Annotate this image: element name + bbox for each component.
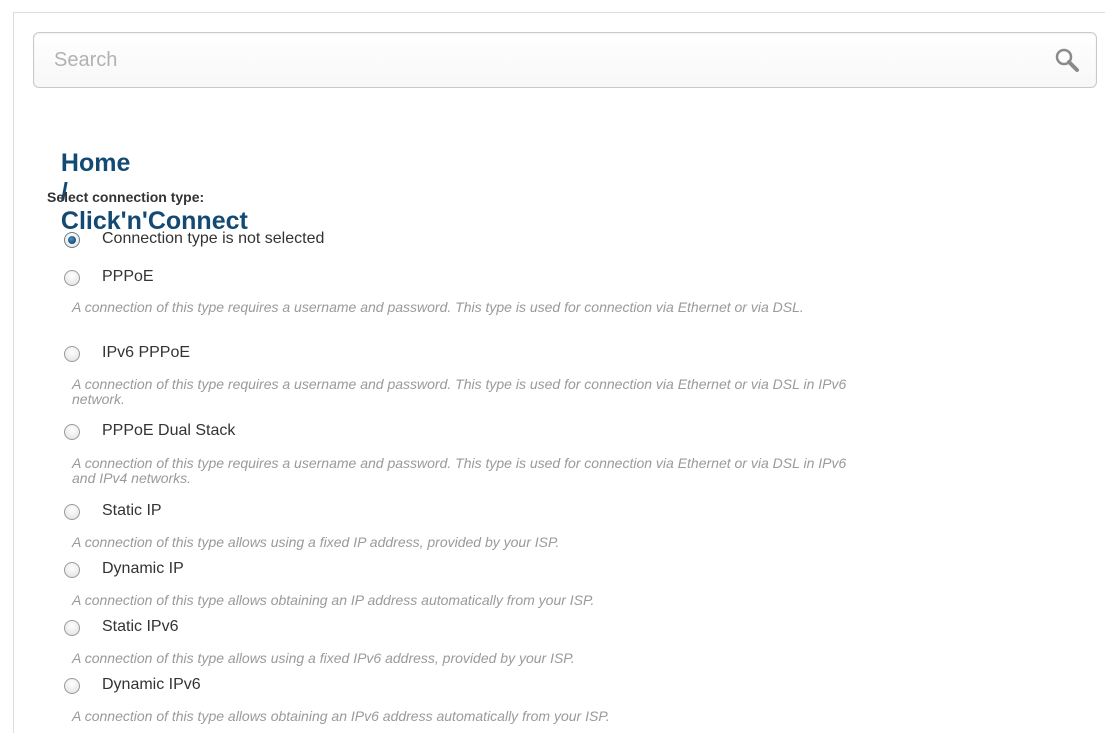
connection-option-description: A connection of this type allows obtaini… <box>72 592 595 608</box>
connection-option-description: A connection of this type requires a use… <box>72 455 847 486</box>
connection-option-description: A connection of this type requires a use… <box>72 376 847 407</box>
radio-button[interactable] <box>64 562 80 578</box>
radio-button[interactable] <box>64 424 80 440</box>
connection-option-label[interactable]: IPv6 PPPoE <box>102 344 190 362</box>
connection-option-label[interactable]: Dynamic IPv6 <box>102 676 201 694</box>
connection-option-label[interactable]: Static IPv6 <box>102 618 178 636</box>
radio-button[interactable] <box>64 504 80 520</box>
connection-option-label[interactable]: Connection type is not selected <box>102 230 324 248</box>
connection-option-label[interactable]: PPPoE Dual Stack <box>102 422 235 440</box>
search-input[interactable] <box>54 43 1014 77</box>
radio-selected-dot <box>68 236 76 244</box>
radio-button[interactable] <box>64 620 80 636</box>
radio-button[interactable] <box>64 346 80 362</box>
section-label: Select connection type: <box>47 189 205 205</box>
connection-option-label[interactable]: Static IP <box>102 502 162 520</box>
radio-button[interactable] <box>64 678 80 694</box>
breadcrumb-home[interactable]: Home <box>61 149 130 177</box>
connection-option-description: A connection of this type allows using a… <box>72 534 560 550</box>
search-icon[interactable] <box>1052 45 1082 75</box>
connection-option-label[interactable]: PPPoE <box>102 268 154 286</box>
radio-button[interactable] <box>64 232 80 248</box>
breadcrumb: Home / Click'n'Connect <box>47 120 248 236</box>
search-box[interactable] <box>33 32 1097 88</box>
radio-button[interactable] <box>64 270 80 286</box>
connection-option-description: A connection of this type allows obtaini… <box>72 708 610 724</box>
connection-option-label[interactable]: Dynamic IP <box>102 560 184 578</box>
connection-option-description: A connection of this type requires a use… <box>72 299 804 315</box>
connection-option-description: A connection of this type allows using a… <box>72 650 575 666</box>
